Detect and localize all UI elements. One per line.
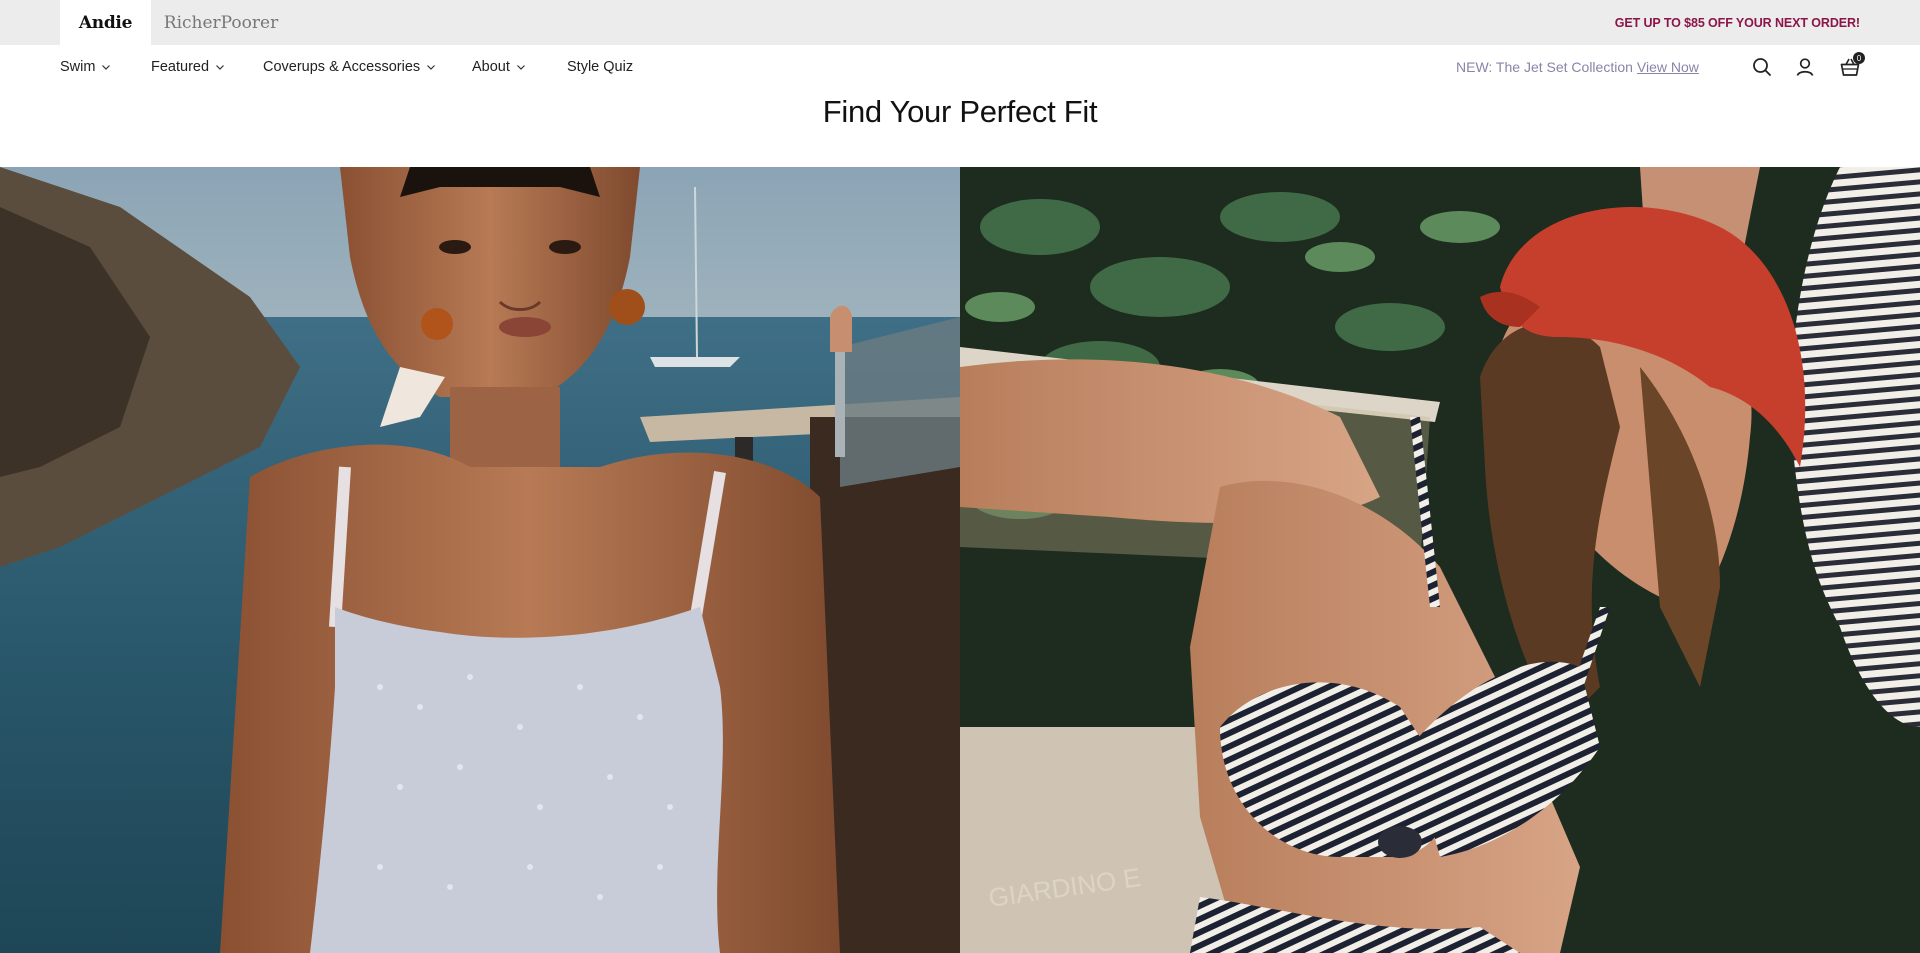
page-title: Find Your Perfect Fit	[822, 94, 1098, 129]
account-icon[interactable]	[1794, 56, 1816, 78]
cart-count-badge: 0	[1853, 52, 1865, 64]
chevron-down-icon	[427, 64, 436, 70]
announcement: NEW: The Jet Set Collection View Now	[1456, 45, 1699, 88]
nav-item-label: Swim	[60, 58, 96, 75]
announcement-text: NEW: The Jet Set Collection	[1456, 58, 1633, 75]
nav-item-swim[interactable]: Swim	[60, 45, 111, 88]
hero-photo-woman-red-hat: GIARDINO E	[960, 167, 1920, 953]
nav-item-label: Coverups & Accessories	[263, 58, 421, 75]
hero-image-left[interactable]	[0, 167, 960, 953]
nav-item-featured[interactable]: Featured	[151, 45, 225, 88]
nav-item-label: Featured	[151, 58, 210, 75]
brand-bar: Andie RicherPoorer GET UP TO $85 OFF YOU…	[0, 0, 1920, 45]
nav-item-style-quiz[interactable]: Style Quiz	[567, 45, 633, 88]
nav-item-label: Style Quiz	[567, 58, 634, 75]
nav-item-label: About	[472, 58, 510, 75]
search-icon[interactable]	[1751, 56, 1773, 78]
chevron-down-icon	[216, 64, 224, 70]
promo-banner[interactable]: GET UP TO $85 OFF YOUR NEXT ORDER!	[1615, 0, 1860, 45]
brand-tab-richerpoorer[interactable]: RicherPoorer	[151, 0, 291, 45]
chevron-down-icon	[516, 64, 525, 70]
nav-item-coverups[interactable]: Coverups & Accessories	[263, 45, 436, 88]
cart-button[interactable]: 0	[1839, 52, 1865, 78]
view-now-link[interactable]: View Now	[1637, 59, 1699, 75]
brand-tab-andie[interactable]: Andie	[60, 0, 151, 45]
nav-item-about[interactable]: About	[472, 45, 526, 88]
hero-image-right[interactable]: GIARDINO E	[960, 167, 1920, 953]
main-nav: Swim Featured Coverups & Accessories Abo…	[0, 45, 1920, 88]
chevron-down-icon	[102, 64, 111, 70]
hero-photo-woman-dock	[0, 167, 960, 953]
